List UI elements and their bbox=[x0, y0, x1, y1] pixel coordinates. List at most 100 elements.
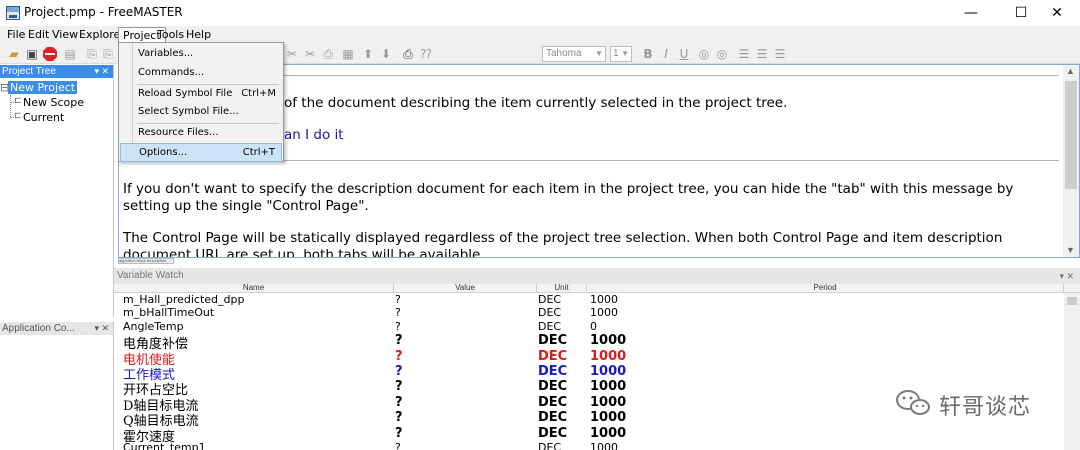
open-folder-icon[interactable]: ▰ bbox=[6, 46, 22, 62]
menu-item-options[interactable]: Options... Ctrl+T bbox=[120, 143, 282, 162]
column-header-value[interactable]: Value bbox=[394, 284, 537, 293]
cell-unit: DEC bbox=[538, 306, 562, 320]
tree-connector bbox=[10, 95, 11, 117]
cell-unit: DEC bbox=[538, 333, 568, 349]
align-center-icon[interactable]: ☰ bbox=[754, 46, 770, 62]
align-right-icon[interactable]: ☰ bbox=[772, 46, 788, 62]
cell-unit: DEC bbox=[538, 394, 568, 410]
panel-controls-icon[interactable]: ▾ ✕ bbox=[94, 65, 109, 78]
cell-value: ? bbox=[395, 306, 401, 320]
move-up-icon[interactable]: ⬆ bbox=[360, 46, 376, 62]
menu-item-shortcut: Ctrl+M bbox=[241, 88, 276, 99]
menu-item-variables[interactable]: Variables... bbox=[120, 44, 282, 63]
cell-value: ? bbox=[395, 425, 403, 441]
cell-unit: DEC bbox=[538, 364, 568, 379]
description-paragraph-2b: document URL are set up, both tabs will … bbox=[123, 247, 485, 258]
description-paragraph-2a: The Control Page will be statically disp… bbox=[123, 230, 1003, 246]
cell-period: 1000 bbox=[590, 394, 627, 410]
tree-node-new-scope[interactable]: New Scope bbox=[23, 96, 84, 109]
cell-unit: DEC bbox=[538, 348, 568, 364]
save-icon[interactable]: ▣ bbox=[24, 46, 40, 62]
help-cursor-icon[interactable]: ⁇ bbox=[418, 46, 434, 62]
cell-period: 1000 bbox=[590, 410, 627, 426]
table-row[interactable]: AngleTemp? DEC 0 bbox=[114, 320, 1064, 333]
table-row[interactable]: 工作模式? DEC 1000 bbox=[114, 364, 1064, 383]
close-button[interactable]: ✕ bbox=[1034, 0, 1080, 26]
minimize-button[interactable]: — bbox=[948, 0, 994, 26]
description-link[interactable]: an I do it bbox=[284, 127, 344, 143]
print-icon[interactable]: ⎙ bbox=[400, 46, 416, 62]
scroll-down-icon[interactable]: ▼ bbox=[1066, 245, 1075, 255]
menu-item-reload-symbol-file[interactable]: Reload Symbol File Ctrl+M bbox=[120, 84, 282, 103]
properties-icon[interactable]: ▤ bbox=[62, 46, 78, 62]
grid-icon[interactable]: ▦ bbox=[340, 46, 356, 62]
scrollbar-thumb[interactable] bbox=[1065, 81, 1077, 189]
app-icon bbox=[6, 6, 20, 20]
table-row[interactable]: 电角度补偿? DEC 1000 bbox=[114, 333, 1064, 352]
cell-value: ? bbox=[395, 319, 401, 333]
variable-watch-column-headers: Name Value Unit Period bbox=[114, 284, 1080, 293]
variable-watch-scrollbar[interactable] bbox=[1064, 293, 1080, 450]
tree-node-new-project[interactable]: New Project bbox=[8, 81, 78, 94]
cell-value: ? bbox=[395, 441, 401, 450]
cell-unit: DEC bbox=[538, 379, 568, 395]
underline-button[interactable]: U bbox=[676, 46, 692, 62]
cell-value: ? bbox=[395, 394, 403, 410]
scope-icon: ⊏ bbox=[14, 96, 22, 106]
description-paragraph-1b: setting up the single "Control Page". bbox=[123, 198, 369, 214]
variable-watch-header: Variable Watch ▾ ✕ bbox=[114, 268, 1080, 284]
stop-icon[interactable] bbox=[42, 46, 58, 62]
table-row[interactable]: 电机使能? DEC 1000 bbox=[114, 348, 1064, 368]
description-tab[interactable]: algorithm block description bbox=[118, 258, 174, 264]
chevron-down-icon: ▼ bbox=[595, 49, 603, 58]
chevron-down-icon: ▼ bbox=[621, 49, 629, 58]
project-menu-dropdown: Variables... Commands... Reload Symbol F… bbox=[118, 42, 284, 162]
menu-help[interactable]: Help bbox=[182, 27, 215, 43]
menu-item-label: Commands... bbox=[138, 67, 205, 78]
color-icon[interactable]: ◎ bbox=[696, 46, 712, 62]
menu-item-resource-files[interactable]: Resource Files... bbox=[120, 123, 282, 142]
panel-controls-icon[interactable]: ▾ ✕ bbox=[94, 322, 109, 335]
tree-node-current[interactable]: Current bbox=[23, 111, 64, 124]
project-tree-title: Project Tree bbox=[2, 66, 56, 77]
cell-period: 1000 bbox=[590, 425, 627, 441]
font-name-select[interactable]: Tahoma ▼ bbox=[542, 46, 606, 62]
scrollbar-thumb[interactable] bbox=[1067, 297, 1077, 305]
table-row[interactable]: 霍尔速度? DEC 1000 bbox=[114, 425, 1064, 445]
description-intro: of the document describing the item curr… bbox=[284, 95, 788, 111]
column-header-name[interactable]: Name bbox=[114, 284, 394, 293]
tool-icon-2[interactable]: ✂ bbox=[302, 46, 318, 62]
font-size-select[interactable]: 1 ▼ bbox=[610, 46, 632, 62]
project-tree-panel: Project Tree ▾ ✕ ⊟ New Project ⊏ New Sco… bbox=[0, 65, 114, 317]
table-row[interactable]: m_bHallTimeOut? DEC 1000 bbox=[114, 306, 1064, 319]
watermark-text: 轩哥谈芯 bbox=[939, 395, 1032, 420]
column-header-period[interactable]: Period bbox=[587, 284, 1064, 293]
menu-item-label: Resource Files... bbox=[138, 127, 219, 138]
cell-unit: DEC bbox=[538, 441, 562, 450]
tool-icon-3[interactable]: ⎙ bbox=[320, 46, 336, 62]
cell-unit: DEC bbox=[538, 425, 568, 441]
scroll-up-icon[interactable]: ▲ bbox=[1066, 66, 1075, 76]
copy-icon[interactable]: ⎘ bbox=[100, 46, 116, 62]
menu-item-select-symbol-file[interactable]: Select Symbol File... bbox=[120, 102, 282, 121]
menu-item-commands[interactable]: Commands... bbox=[120, 63, 282, 82]
cell-name: m_bHallTimeOut bbox=[123, 306, 215, 320]
cell-value: ? bbox=[395, 348, 403, 364]
align-left-icon[interactable]: ☰ bbox=[736, 46, 752, 62]
variable-watch-rows: m_Hall_predicted_dpp? DEC 1000 m_bHallTimeO… bbox=[114, 293, 1064, 450]
table-row[interactable]: Current_temp1? DEC 1000 bbox=[114, 441, 1064, 450]
cell-period: 1000 bbox=[590, 333, 627, 349]
menu-item-label: Options... bbox=[139, 147, 188, 158]
highlight-icon[interactable]: ◎ bbox=[714, 46, 730, 62]
column-header-unit[interactable]: Unit bbox=[537, 284, 587, 293]
cell-period: 1000 bbox=[590, 441, 618, 450]
italic-button[interactable]: I bbox=[658, 46, 674, 62]
tool-icon-1[interactable]: ✂ bbox=[284, 46, 300, 62]
move-down-icon[interactable]: ⬇ bbox=[378, 46, 394, 62]
table-row[interactable]: m_Hall_predicted_dpp? DEC 1000 bbox=[114, 293, 1064, 306]
panel-controls-icon[interactable]: ▾ ✕ bbox=[1059, 268, 1074, 284]
menu-item-shortcut: Ctrl+T bbox=[242, 147, 275, 158]
description-scrollbar[interactable]: ▲ ▼ bbox=[1063, 65, 1079, 257]
bold-button[interactable]: B bbox=[640, 46, 656, 62]
cut-icon[interactable]: ⎘ bbox=[84, 46, 100, 62]
